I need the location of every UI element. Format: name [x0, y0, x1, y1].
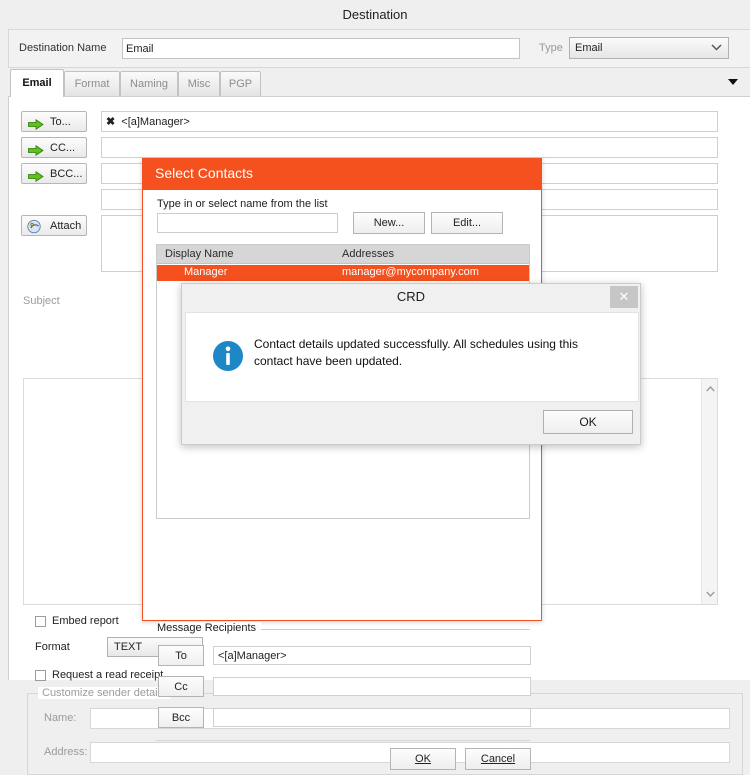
- table-row[interactable]: Manager manager@mycompany.com: [157, 265, 529, 281]
- checkbox-box: [35, 616, 46, 627]
- tab-misc[interactable]: Misc: [178, 71, 220, 96]
- select-contacts-hint: Type in or select name from the list: [157, 198, 328, 210]
- crd-titlebar: CRD ✕: [182, 284, 640, 312]
- cc-button-label: CC...: [50, 142, 76, 154]
- checkbox-box: [35, 670, 46, 681]
- to-field[interactable]: ✖ <[a]Manager>: [101, 111, 718, 132]
- attachment-icon: [27, 219, 44, 234]
- type-select[interactable]: Email: [569, 37, 729, 59]
- column-header-addresses: Addresses: [342, 248, 394, 260]
- recipient-to-field[interactable]: <[a]Manager>: [213, 646, 531, 665]
- type-label: Type: [539, 42, 563, 54]
- green-arrow-icon: [28, 169, 44, 182]
- footer-divider: [156, 740, 530, 741]
- select-contacts-ok-label: OK: [415, 753, 431, 765]
- to-button-label: To...: [50, 116, 71, 128]
- window-title: Destination: [0, 0, 750, 29]
- type-select-value: Email: [575, 42, 603, 54]
- green-arrow-icon: [28, 143, 44, 156]
- chevron-up-icon[interactable]: [702, 381, 718, 397]
- customize-sender-details-label: Customize sender details: [38, 687, 170, 699]
- new-contact-button[interactable]: New...: [353, 212, 425, 234]
- subject-label: Subject: [23, 295, 60, 307]
- attach-button-label: Attach: [50, 220, 82, 232]
- tab-format[interactable]: Format: [64, 71, 120, 96]
- recipient-bcc-field[interactable]: [213, 708, 531, 727]
- select-contacts-cancel-button[interactable]: Cancel: [465, 748, 531, 770]
- embed-report-label: Embed report: [52, 615, 119, 627]
- contacts-list-header: Display Name Addresses: [157, 245, 529, 264]
- contact-search-input[interactable]: [157, 213, 338, 233]
- green-arrow-icon: [28, 117, 44, 130]
- cc-button[interactable]: CC...: [21, 137, 87, 158]
- to-button[interactable]: To...: [21, 111, 87, 132]
- chevron-down-icon: [710, 42, 722, 54]
- bcc-button-label: BCC...: [50, 168, 83, 180]
- to-field-value: <[a]Manager>: [121, 116, 190, 128]
- tab-strip: Email Format Naming Misc PGP: [8, 69, 750, 97]
- destination-name-label: Destination Name: [19, 42, 107, 54]
- crd-title: CRD: [396, 289, 426, 304]
- info-icon: [212, 340, 244, 372]
- remove-x-icon[interactable]: ✖: [106, 116, 115, 128]
- body-scrollbar[interactable]: [701, 379, 717, 604]
- column-header-display-name: Display Name: [165, 248, 234, 260]
- cc-field[interactable]: [101, 137, 718, 158]
- tab-email[interactable]: Email: [10, 69, 64, 97]
- select-contacts-titlebar: Select Contacts: [143, 159, 541, 190]
- crd-message-dialog: CRD ✕ Contact details updated successful…: [181, 283, 641, 445]
- crd-message-text: Contact details updated successfully. Al…: [254, 337, 578, 368]
- close-icon[interactable]: ✕: [610, 286, 638, 308]
- recipient-to-button[interactable]: To: [158, 645, 204, 666]
- recipient-cc-button[interactable]: Cc: [158, 676, 204, 697]
- select-contacts-cancel-label: Cancel: [480, 753, 516, 765]
- select-contacts-ok-button[interactable]: OK: [390, 748, 456, 770]
- header-panel: Destination Name Type Email: [8, 29, 750, 68]
- contact-display-name: Manager: [184, 266, 228, 278]
- format-select-value: TEXT: [114, 641, 143, 653]
- read-receipt-label: Request a read receipt: [52, 669, 164, 681]
- message-recipients-label: Message Recipients: [157, 622, 262, 634]
- destination-window: Destination Destination Name Type Email …: [0, 0, 750, 775]
- customize-sender-details-group: Customize sender details Name: Address:: [27, 687, 743, 775]
- tab-overflow-dropdown-icon[interactable]: [728, 79, 738, 85]
- sender-address-label: Address:: [44, 746, 88, 758]
- sender-name-label: Name:: [44, 712, 77, 724]
- crd-ok-button[interactable]: OK: [543, 410, 633, 434]
- tab-naming[interactable]: Naming: [120, 71, 178, 96]
- destination-name-input[interactable]: [122, 38, 520, 59]
- bcc-button[interactable]: BCC...: [21, 163, 87, 184]
- attach-button[interactable]: Attach: [21, 215, 87, 236]
- format-label: Format: [35, 641, 70, 653]
- select-contacts-title: Select Contacts: [155, 165, 254, 181]
- contact-address: manager@mycompany.com: [342, 266, 479, 278]
- tab-pgp[interactable]: PGP: [220, 71, 261, 96]
- crd-body: Contact details updated successfully. Al…: [185, 312, 639, 402]
- recipient-bcc-button[interactable]: Bcc: [158, 707, 204, 728]
- edit-contact-button[interactable]: Edit...: [431, 212, 503, 234]
- chevron-down-icon[interactable]: [702, 586, 718, 602]
